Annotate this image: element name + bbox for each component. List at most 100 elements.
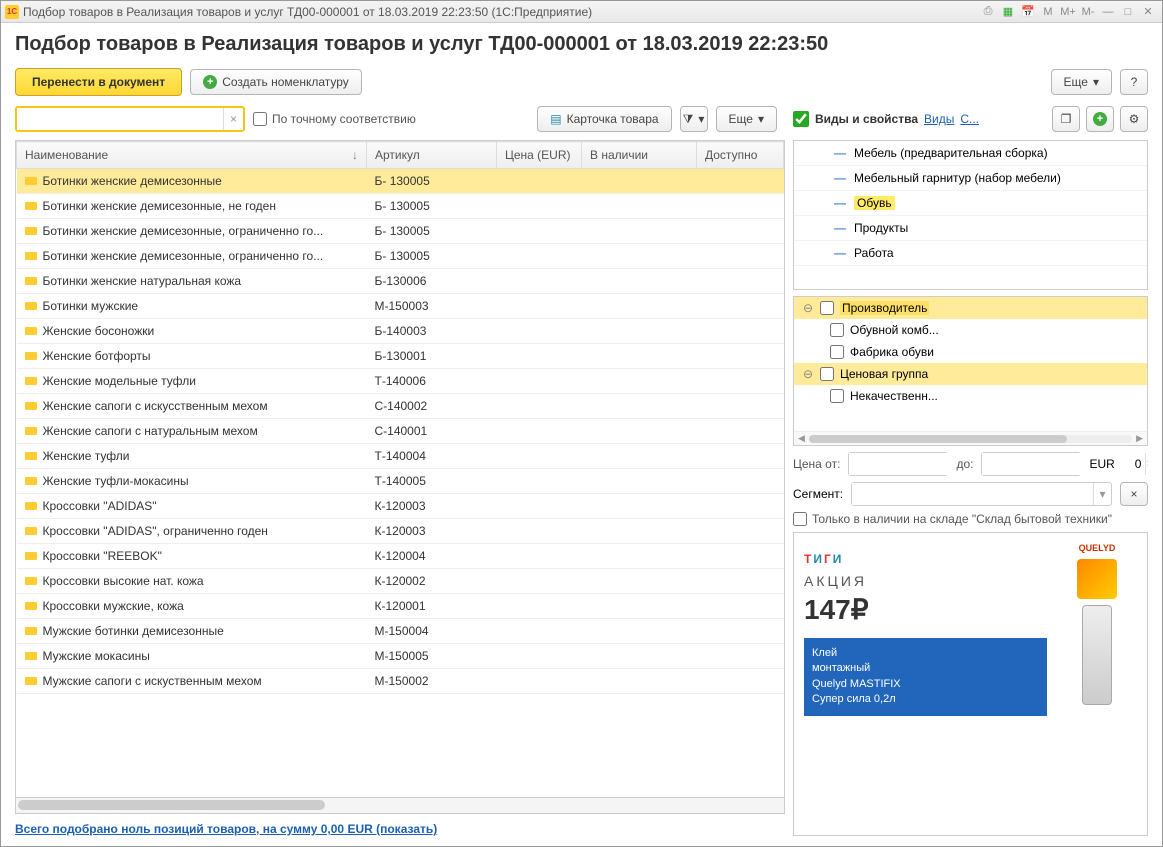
item-icon xyxy=(25,527,37,535)
item-icon xyxy=(25,402,37,410)
filter-checkbox[interactable] xyxy=(830,389,844,403)
filter-button[interactable]: ⧩▾ xyxy=(680,106,708,132)
create-nomenclature-button[interactable]: +Создать номенклатуру xyxy=(190,69,362,95)
items-table[interactable]: Наименование↓ Артикул Цена (EUR) В налич… xyxy=(15,140,785,798)
table-row[interactable]: Мужские сапоги с искуственным мехомМ-150… xyxy=(17,669,784,694)
mem-m-icon[interactable]: M xyxy=(1040,4,1056,20)
plus-icon: + xyxy=(1093,112,1107,126)
col-article[interactable]: Артикул xyxy=(367,142,497,169)
col-name[interactable]: Наименование↓ xyxy=(17,142,367,169)
clear-to-icon[interactable]: × xyxy=(1145,453,1148,475)
filter-checkbox[interactable] xyxy=(830,345,844,359)
print-icon[interactable]: ⎙ xyxy=(980,4,996,20)
item-icon xyxy=(25,202,37,210)
table-row[interactable]: Мужские мокасиныМ-150005 xyxy=(17,644,784,669)
filter-checkbox[interactable] xyxy=(820,301,834,315)
filter-h-scrollbar[interactable]: ◀▶ xyxy=(794,431,1147,445)
table-row[interactable]: Ботинки женские натуральная кожаБ-130006 xyxy=(17,269,784,294)
titlebar: 1C Подбор товаров в Реализация товаров и… xyxy=(1,1,1162,23)
transfer-button[interactable]: Перенести в документ xyxy=(15,68,182,96)
item-icon xyxy=(25,627,37,635)
item-icon xyxy=(25,252,37,260)
table-row[interactable]: Женские босоножкиБ-140003 xyxy=(17,319,784,344)
table-row[interactable]: Ботинки женские демисезонныеБ- 130005 xyxy=(17,169,784,194)
calendar-icon[interactable]: 📅 xyxy=(1020,4,1036,20)
promo-price: 147₽ xyxy=(804,593,1047,626)
promo-cube-icon xyxy=(1077,559,1117,599)
tree-item[interactable]: —Мебельный гарнитур (набор мебели) xyxy=(794,166,1147,191)
search-input[interactable] xyxy=(17,108,223,130)
more-button-mid[interactable]: Еще ▾ xyxy=(716,106,777,132)
table-row[interactable]: Женские туфли-мокасиныТ-140005 xyxy=(17,469,784,494)
mem-mminus-icon[interactable]: M- xyxy=(1080,4,1096,20)
filter-item[interactable]: Фабрика обуви xyxy=(794,341,1147,363)
copy-button[interactable]: ❐ xyxy=(1052,106,1080,132)
only-in-stock-checkbox[interactable]: Только в наличии на складе "Склад бытово… xyxy=(793,512,1148,526)
table-row[interactable]: Женские туфлиТ-140004 xyxy=(17,444,784,469)
dash-icon: — xyxy=(834,246,846,260)
promo-banner: ТИГИ АКЦИЯ 147₽ КлеймонтажныйQuelyd MAST… xyxy=(793,532,1148,836)
item-icon xyxy=(25,502,37,510)
item-card-button[interactable]: ▤Карточка товара xyxy=(537,106,671,132)
mem-mplus-icon[interactable]: M+ xyxy=(1060,4,1076,20)
table-row[interactable]: Мужские ботинки демисезонныеМ-150004 xyxy=(17,619,784,644)
grid-icon[interactable]: ▦ xyxy=(1000,4,1016,20)
exact-match-checkbox[interactable]: По точному соответствию xyxy=(253,112,416,126)
segment-dropdown-icon[interactable]: ▾ xyxy=(1093,483,1111,505)
tree-item[interactable]: —Продукты xyxy=(794,216,1147,241)
table-row[interactable]: Кроссовки "ADIDAS"К-120003 xyxy=(17,494,784,519)
maximize-icon[interactable]: □ xyxy=(1120,4,1136,20)
props-enable-checkbox[interactable] xyxy=(793,111,809,127)
table-row[interactable]: Кроссовки "REEBOK"К-120004 xyxy=(17,544,784,569)
segment-input[interactable] xyxy=(852,483,1093,505)
gear-icon: ⚙ xyxy=(1129,112,1140,126)
table-row[interactable]: Ботинки мужскиеМ-150003 xyxy=(17,294,784,319)
item-icon xyxy=(25,377,37,385)
filter-group[interactable]: ⊖Производитель xyxy=(794,297,1147,319)
filter-item[interactable]: Обувной комб... xyxy=(794,319,1147,341)
props-link[interactable]: С... xyxy=(960,112,979,126)
tree-item[interactable]: —Мебель (предварительная сборка) xyxy=(794,141,1147,166)
table-row[interactable]: Ботинки женские демисезонные, ограниченн… xyxy=(17,219,784,244)
h-scrollbar[interactable] xyxy=(15,798,785,814)
table-row[interactable]: Ботинки женские демисезонные, не годенБ-… xyxy=(17,194,784,219)
filter-checkbox[interactable] xyxy=(820,367,834,381)
item-icon xyxy=(25,677,37,685)
category-tree[interactable]: —Мебель (предварительная сборка)—Мебельн… xyxy=(793,140,1148,290)
promo-action: АКЦИЯ xyxy=(804,573,1047,589)
help-button[interactable]: ? xyxy=(1120,69,1148,95)
item-icon xyxy=(25,577,37,585)
col-avail[interactable]: Доступно xyxy=(697,142,784,169)
table-row[interactable]: Женские сапоги с натуральным мехомС-1400… xyxy=(17,419,784,444)
table-row[interactable]: Ботинки женские демисезонные, ограниченн… xyxy=(17,244,784,269)
more-button-top[interactable]: Еще ▾ xyxy=(1051,69,1112,95)
col-stock[interactable]: В наличии xyxy=(582,142,697,169)
filter-item[interactable]: Некачественн... xyxy=(794,385,1147,407)
table-row[interactable]: Женские ботфортыБ-130001 xyxy=(17,344,784,369)
filter-checkbox[interactable] xyxy=(830,323,844,337)
settings-button[interactable]: ⚙ xyxy=(1120,106,1148,132)
table-row[interactable]: Женские сапоги с искусственным мехомС-14… xyxy=(17,394,784,419)
minimize-icon[interactable]: — xyxy=(1100,4,1116,20)
close-icon[interactable]: ✕ xyxy=(1140,4,1156,20)
promo-brand: QUELYD xyxy=(1079,543,1116,553)
segment-clear-button[interactable]: × xyxy=(1120,482,1148,506)
filter-tree[interactable]: ⊖ПроизводительОбувной комб...Фабрика обу… xyxy=(793,296,1148,446)
table-row[interactable]: Кроссовки высокие нат. кожаК-120002 xyxy=(17,569,784,594)
table-row[interactable]: Женские модельные туфлиТ-140006 xyxy=(17,369,784,394)
types-link[interactable]: Виды xyxy=(924,112,954,126)
filter-group[interactable]: ⊖Ценовая группа xyxy=(794,363,1147,385)
summary-link[interactable]: Всего подобрано ноль позиций товаров, на… xyxy=(15,822,785,836)
clear-search-icon[interactable]: × xyxy=(223,108,243,130)
table-row[interactable]: Кроссовки мужские, кожаК-120001 xyxy=(17,594,784,619)
tree-item[interactable]: —Обувь xyxy=(794,191,1147,216)
tree-item[interactable]: —Работа xyxy=(794,241,1147,266)
table-row[interactable]: Кроссовки "ADIDAS", ограниченно годенК-1… xyxy=(17,519,784,544)
col-price[interactable]: Цена (EUR) xyxy=(497,142,582,169)
add-button[interactable]: + xyxy=(1086,106,1114,132)
item-icon xyxy=(25,327,37,335)
expand-icon[interactable]: ⊖ xyxy=(802,367,814,381)
expand-icon[interactable]: ⊖ xyxy=(802,301,814,315)
app-logo-icon: 1C xyxy=(5,5,19,19)
price-to-input[interactable] xyxy=(982,453,1145,475)
